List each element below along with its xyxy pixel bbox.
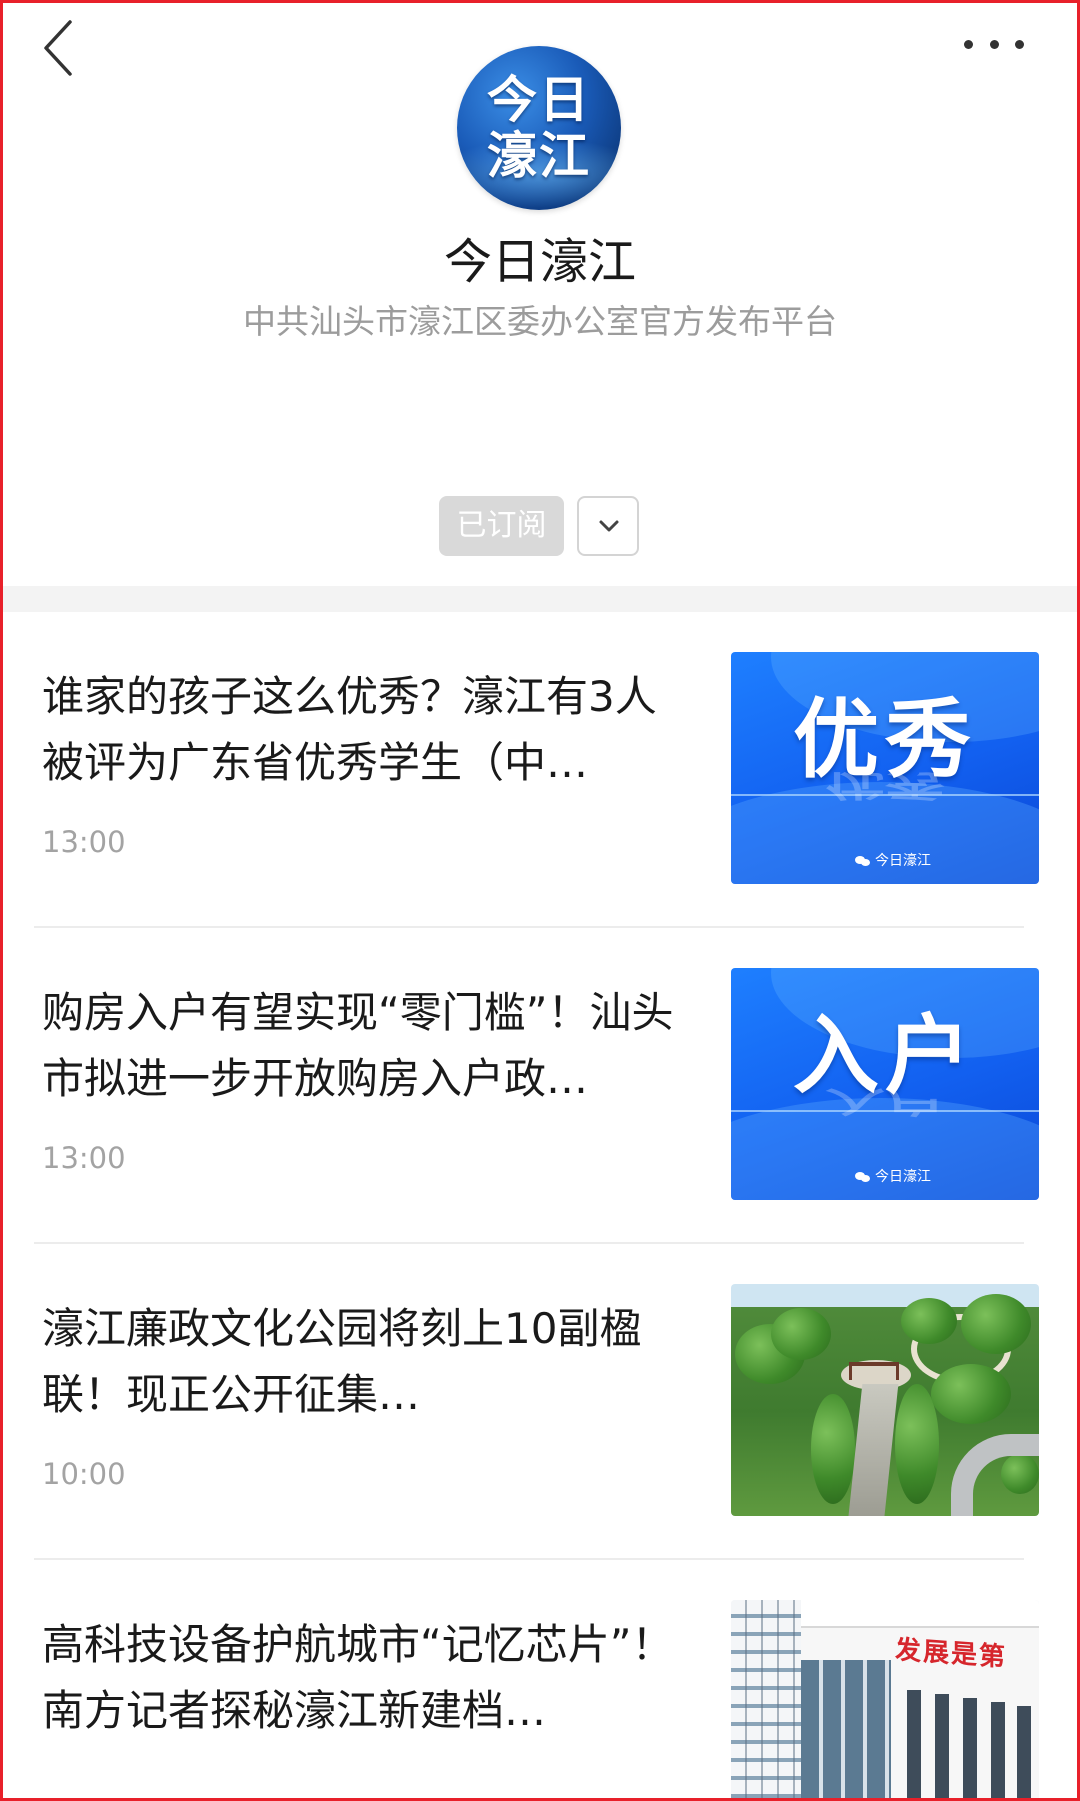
article-item[interactable]: 谁家的孩子这么优秀？濠江有3人被评为广东省优秀学生（中… 13:00 优秀 优秀… bbox=[0, 612, 1080, 928]
article-time: 10:00 bbox=[42, 1457, 126, 1491]
account-header: 今日 濠江 今日濠江 中共汕头市濠江区委办公室官方发布平台 已订阅 bbox=[0, 0, 1080, 590]
article-title[interactable]: 购房入户有望实现“零门槛”！汕头市拟进一步开放购房入户政… bbox=[42, 980, 692, 1112]
thumbnail-brand: 今日濠江 bbox=[855, 1168, 931, 1186]
article-title[interactable]: 高科技设备护航城市“记忆芯片”！南方记者探秘濠江新建档… bbox=[42, 1612, 692, 1744]
article-time: 13:00 bbox=[42, 825, 126, 859]
more-dots-icon bbox=[989, 39, 999, 49]
logo-text-line2: 濠江 bbox=[487, 127, 591, 185]
wechat-icon bbox=[855, 855, 871, 867]
article-thumbnail[interactable]: 优秀 优秀 今日濠江 bbox=[731, 652, 1039, 884]
article-item[interactable]: 高科技设备护航城市“记忆芯片”！南方记者探秘濠江新建档… 发展是第 bbox=[0, 1560, 1080, 1801]
article-thumbnail[interactable]: 入户 入户 今日濠江 bbox=[731, 968, 1039, 1200]
article-item[interactable]: 购房入户有望实现“零门槛”！汕头市拟进一步开放购房入户政… 13:00 入户 入… bbox=[0, 928, 1080, 1244]
account-description: 中共汕头市濠江区委办公室官方发布平台 bbox=[243, 302, 837, 341]
account-avatar[interactable]: 今日 濠江 bbox=[457, 46, 621, 210]
thumbnail-brand: 今日濠江 bbox=[855, 852, 931, 870]
more-dots-icon bbox=[964, 39, 973, 49]
article-item[interactable]: 濠江廉政文化公园将刻上10副楹联！现正公开征集… 10:00 bbox=[0, 1244, 1080, 1560]
article-thumbnail[interactable]: 发展是第 bbox=[731, 1600, 1039, 1801]
wechat-icon bbox=[855, 1171, 871, 1183]
chevron-down-icon bbox=[599, 520, 619, 532]
article-time: 13:00 bbox=[42, 1141, 126, 1175]
more-dots-icon bbox=[1015, 39, 1024, 49]
more-button[interactable] bbox=[956, 24, 1032, 64]
section-separator bbox=[0, 586, 1080, 612]
chevron-left-icon bbox=[44, 20, 72, 76]
subscribed-button[interactable]: 已订阅 bbox=[439, 496, 564, 556]
logo-text-line1: 今日 bbox=[487, 71, 591, 129]
article-title[interactable]: 濠江廉政文化公园将刻上10副楹联！现正公开征集… bbox=[42, 1296, 692, 1428]
article-thumbnail[interactable] bbox=[731, 1284, 1039, 1516]
account-name: 今日濠江 bbox=[443, 234, 636, 290]
article-title[interactable]: 谁家的孩子这么优秀？濠江有3人被评为广东省优秀学生（中… bbox=[42, 664, 692, 796]
subscribe-dropdown-button[interactable] bbox=[577, 496, 639, 556]
back-button[interactable] bbox=[40, 16, 100, 80]
